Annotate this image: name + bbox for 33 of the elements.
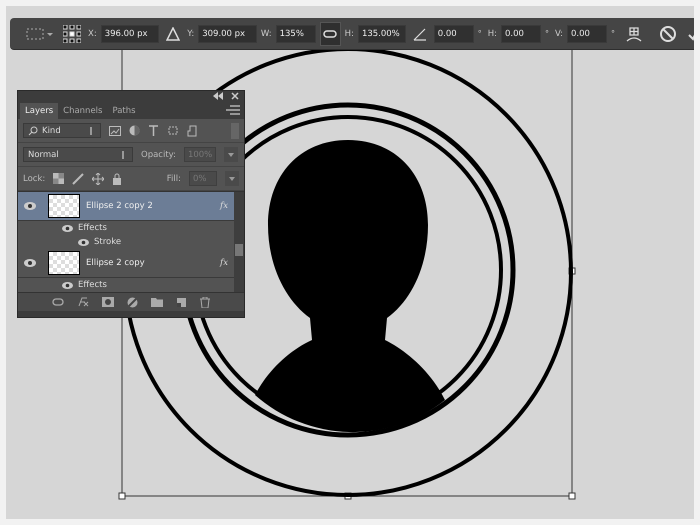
layer-name: Ellipse 2 copy 2 — [86, 201, 154, 211]
panel-tab[interactable]: Paths — [107, 103, 141, 119]
input-field[interactable]: 309.00 px — [198, 24, 257, 42]
layer-row[interactable]: Ellipse 2 copy 2 fx — [18, 192, 234, 221]
effect-name: Stroke — [94, 237, 122, 247]
unit-label: ° — [478, 29, 482, 38]
fill-label: Fill: — [166, 174, 181, 184]
lock-label: Lock: — [23, 174, 46, 184]
blend-mode-dropdown[interactable]: Normal — [23, 147, 133, 162]
panel-tab[interactable]: Channels — [58, 103, 108, 119]
field-label: X: — [88, 28, 97, 38]
fx-label: fx — [220, 258, 228, 268]
input-field[interactable]: 135% — [276, 24, 316, 42]
input-field[interactable]: 0.00 — [501, 24, 541, 42]
input-field[interactable]: 0.00 — [567, 24, 607, 42]
input-field[interactable]: 135.00% — [358, 24, 406, 42]
fx-label: fx — [220, 201, 228, 211]
field-label: W: — [260, 28, 272, 38]
layer-row[interactable]: Ellipse 2 copy fx — [18, 249, 234, 278]
field-label: H: — [344, 28, 354, 38]
field-label: H: — [488, 28, 497, 38]
panel-tab[interactable]: Layers — [20, 103, 58, 119]
field-label: V: — [555, 28, 563, 38]
opacity-label: Opacity: — [141, 150, 176, 160]
unit-label: ° — [611, 29, 615, 38]
unit-label: ° — [545, 29, 549, 38]
filter-dropdown[interactable]: Kind — [23, 123, 101, 138]
input-field[interactable]: 0.00 — [434, 24, 474, 42]
layer-name: Ellipse 2 copy — [86, 258, 146, 268]
effect-name: Effects — [78, 223, 107, 233]
input-field[interactable]: 396.00 px — [100, 24, 160, 42]
effect-name: Effects — [78, 280, 107, 290]
field-label: Y: — [187, 28, 194, 38]
